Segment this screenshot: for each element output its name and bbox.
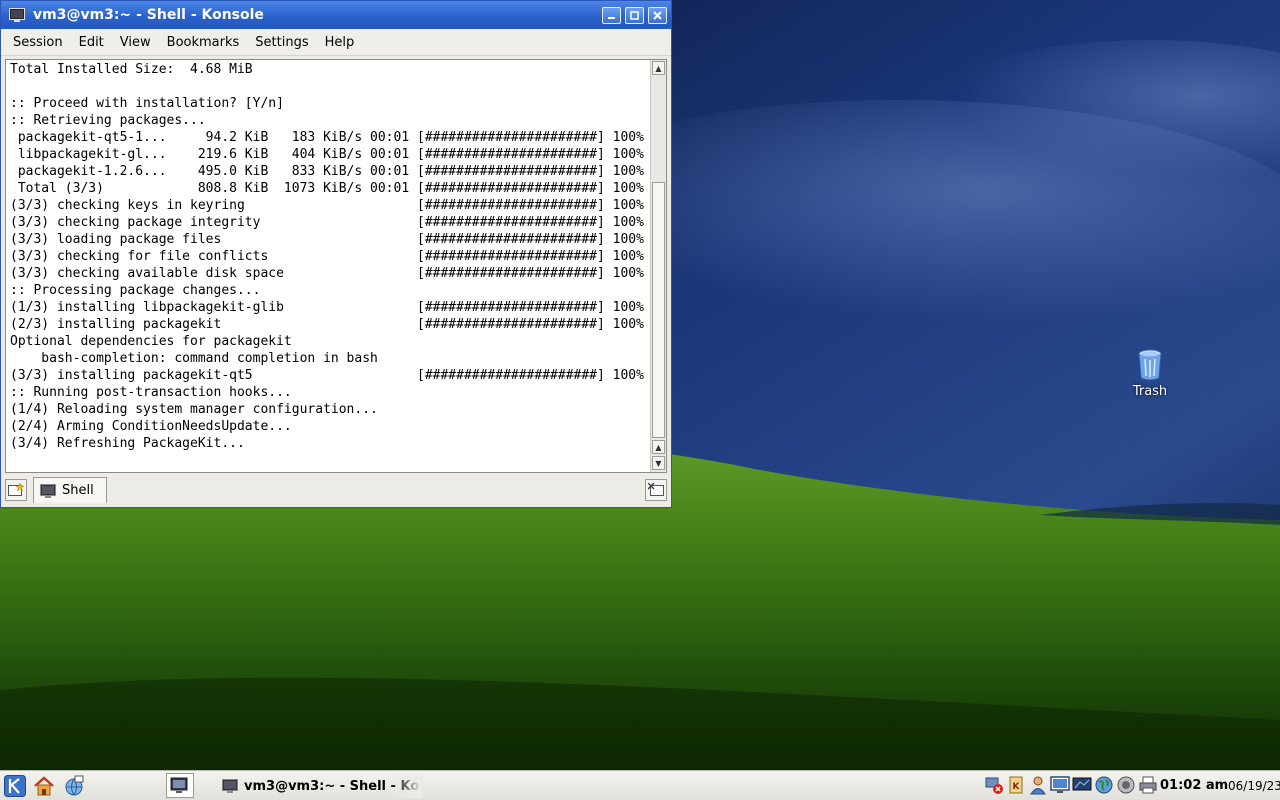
desktop-1-icon	[170, 777, 188, 793]
kmenu-button[interactable]	[3, 774, 27, 798]
terminal-line: :: Proceed with installation? [Y/n]	[10, 96, 284, 111]
speaker-icon	[1117, 776, 1135, 794]
window-titlebar[interactable]: vm3@vm3:~ - Shell - Konsole	[1, 1, 671, 29]
window-title: vm3@vm3:~ - Shell - Konsole	[33, 7, 264, 23]
terminal-line: (3/3) installing packagekit-qt5 [#######…	[10, 368, 644, 383]
scrollbar-thumb[interactable]	[652, 182, 665, 438]
minimize-button[interactable]	[602, 6, 621, 24]
terminal-line: :: Running post-transaction hooks...	[10, 385, 292, 400]
tray-monitor[interactable]	[1072, 775, 1092, 795]
globe-icon	[1095, 776, 1113, 794]
terminal-line: (3/3) checking for file conflicts [#####…	[10, 249, 644, 264]
close-button[interactable]	[648, 6, 667, 24]
terminal-line: packagekit-1.2.6... 495.0 KiB 833 KiB/s …	[10, 164, 644, 179]
terminal-line: (3/3) loading package files [###########…	[10, 232, 644, 247]
trash-icon	[1138, 349, 1162, 381]
menu-bookmarks[interactable]: Bookmarks	[159, 32, 248, 53]
tray-printer[interactable]	[1138, 775, 1158, 795]
session-tabbar: Shell	[5, 476, 667, 504]
terminal-line: packagekit-qt5-1... 94.2 KiB 183 KiB/s 0…	[10, 130, 644, 145]
close-icon	[653, 10, 662, 20]
menu-settings[interactable]: Settings	[247, 32, 316, 53]
konqueror-globe-icon	[65, 775, 84, 796]
terminal-line: Optional dependencies for packagekit	[10, 334, 292, 349]
menu-session[interactable]: Session	[5, 32, 71, 53]
home-button[interactable]	[32, 774, 56, 798]
scroll-up-button[interactable]: ▲	[652, 61, 665, 75]
menu-help[interactable]: Help	[317, 32, 363, 53]
maximize-icon	[630, 10, 639, 20]
taskbar-clock[interactable]: 01:02 am	[1160, 778, 1228, 793]
network-error-icon	[985, 777, 1003, 794]
monitor-icon	[1072, 777, 1092, 791]
terminal-line: :: Retrieving packages...	[10, 113, 206, 128]
display-icon	[1050, 776, 1070, 793]
arrow-up-icon: ▲	[655, 442, 662, 452]
tray-display[interactable]	[1050, 775, 1070, 795]
svg-text:K: K	[1013, 782, 1021, 792]
desktop-trash[interactable]: Trash	[1118, 348, 1182, 399]
tab-shell[interactable]: Shell	[33, 477, 107, 503]
menubar: Session Edit View Bookmarks Settings Hel…	[1, 29, 671, 56]
terminal-line: libpackagekit-gl... 219.6 KiB 404 KiB/s …	[10, 147, 644, 162]
task-label-fade	[392, 774, 422, 798]
tray-network[interactable]	[984, 775, 1004, 795]
taskbar-date[interactable]: 06/19/23	[1228, 779, 1280, 793]
terminal-line: (1/4) Reloading system manager configura…	[10, 402, 378, 417]
user-icon	[1030, 776, 1046, 795]
terminal-icon	[40, 483, 56, 498]
desktop-pager[interactable]	[166, 773, 194, 798]
home-icon	[34, 776, 54, 796]
new-session-button[interactable]	[5, 479, 27, 501]
close-session-icon	[648, 483, 664, 496]
menu-edit[interactable]: Edit	[71, 32, 112, 53]
scroll-down-button[interactable]: ▼	[652, 456, 665, 470]
terminal-icon	[222, 779, 238, 793]
new-session-icon	[8, 483, 24, 496]
minimize-icon	[608, 16, 615, 19]
terminal-line: Total (3/3) 808.8 KiB 1073 KiB/s 00:01 […	[10, 181, 644, 196]
arrow-up-icon: ▲	[655, 63, 662, 73]
k-menu-icon	[4, 775, 26, 797]
klipper-icon: K	[1009, 776, 1023, 794]
terminal-line: (3/4) Refreshing PackageKit...	[10, 436, 245, 451]
tray-globe[interactable]	[1094, 775, 1114, 795]
system-tray: K	[984, 775, 1158, 795]
terminal-line: (2/3) installing packagekit [###########…	[10, 317, 644, 332]
konsole-window: vm3@vm3:~ - Shell - Konsole Session Edit…	[0, 0, 672, 508]
close-session-button[interactable]	[645, 479, 667, 501]
menu-view[interactable]: View	[112, 32, 159, 53]
taskbar: vm3@vm3:~ - Shell - Ko K 01:02 am 06/19/…	[0, 770, 1280, 800]
browser-launch-button[interactable]	[62, 774, 86, 798]
tray-klipper[interactable]: K	[1006, 775, 1026, 795]
terminal-output[interactable]: Total Installed Size: 4.68 MiB:: Proceed…	[6, 60, 650, 472]
terminal-line: (2/4) Arming ConditionNeedsUpdate...	[10, 419, 292, 434]
maximize-button[interactable]	[625, 6, 644, 24]
arrow-down-icon: ▼	[655, 458, 662, 468]
terminal-line: (1/3) installing libpackagekit-glib [###…	[10, 300, 644, 315]
terminal-line: Total Installed Size: 4.68 MiB	[10, 62, 253, 77]
trash-label: Trash	[1132, 384, 1168, 399]
taskbar-konsole-task[interactable]: vm3@vm3:~ - Shell - Ko	[222, 774, 422, 798]
terminal-frame: Total Installed Size: 4.68 MiB:: Proceed…	[5, 59, 667, 473]
terminal-scrollbar[interactable]: ▲ ▲ ▼	[650, 60, 666, 472]
terminal-line: (3/3) checking available disk space [###…	[10, 266, 644, 281]
tab-shell-label: Shell	[62, 483, 94, 498]
tray-volume[interactable]	[1116, 775, 1136, 795]
printer-icon	[1139, 776, 1157, 794]
konsole-app-icon[interactable]	[9, 8, 25, 22]
tray-user[interactable]	[1028, 775, 1048, 795]
scroll-up-button-lower[interactable]: ▲	[652, 440, 665, 454]
terminal-line: bash-completion: command completion in b…	[10, 351, 378, 366]
terminal-line: :: Processing package changes...	[10, 283, 261, 298]
terminal-line: (3/3) checking package integrity [######…	[10, 215, 644, 230]
terminal-line: (3/3) checking keys in keyring [########…	[10, 198, 644, 213]
